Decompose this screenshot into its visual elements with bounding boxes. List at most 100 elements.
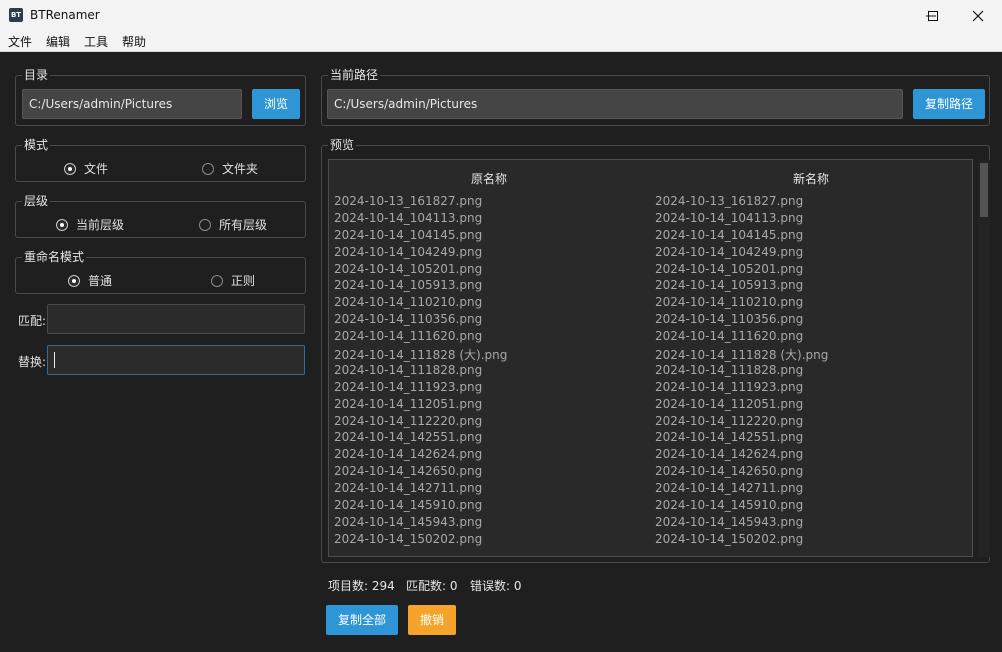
new-name-cell: 2024-10-14_112051.png	[655, 396, 804, 411]
table-row[interactable]: 2024-10-14_105201.png 2024-10-14_105201.p…	[329, 262, 969, 279]
mode-folder-label: 文件夹	[222, 162, 259, 176]
new-name-cell: 2024-10-14_105201.png	[655, 261, 804, 276]
table-row[interactable]: 2024-10-14_111828 (大).png 2024-10-14_1118…	[329, 346, 969, 363]
original-name-cell: 2024-10-14_150202.png	[334, 531, 483, 546]
rename-regex-label: 正则	[231, 274, 256, 288]
level-all-label: 所有层级	[219, 218, 268, 232]
column-header-original[interactable]: 原名称	[471, 170, 507, 187]
new-name-cell: 2024-10-14_145943.png	[655, 514, 804, 529]
column-header-new[interactable]: 新名称	[793, 170, 829, 187]
table-row[interactable]: 2024-10-14_110356.png 2024-10-14_110356.p…	[329, 312, 969, 329]
original-name-cell: 2024-10-14_111828.png	[334, 362, 483, 377]
menu-edit[interactable]: 编辑	[46, 33, 70, 50]
item-count: 项目数: 294	[328, 579, 395, 593]
table-row[interactable]: 2024-10-14_111828.png 2024-10-14_111828.p…	[329, 363, 969, 380]
table-row[interactable]: 2024-10-14_145910.png 2024-10-14_145910.p…	[329, 498, 969, 515]
match-count: 匹配数: 0	[406, 579, 458, 593]
menu-help[interactable]: 帮助	[122, 33, 146, 50]
level-current-radio[interactable]: 当前层级	[56, 216, 124, 233]
preview-legend: 预览	[328, 138, 357, 152]
new-name-cell: 2024-10-14_104145.png	[655, 227, 804, 242]
new-name-cell: 2024-10-13_161827.png	[655, 194, 804, 208]
replace-label: 替换:	[18, 355, 47, 369]
close-button[interactable]	[955, 0, 1001, 31]
original-name-cell: 2024-10-14_142650.png	[334, 464, 483, 479]
table-row[interactable]: 2024-10-14_112051.png 2024-10-14_112051.p…	[329, 397, 969, 414]
new-name-cell: 2024-10-14_110356.png	[655, 312, 804, 327]
original-name-cell: 2024-10-14_105201.png	[334, 261, 483, 276]
table-row[interactable]: 2024-10-14_112220.png 2024-10-14_112220.p…	[329, 414, 969, 431]
table-row[interactable]: 2024-10-14_142650.png 2024-10-14_142650.p…	[329, 464, 969, 481]
current-path-legend: 当前路径	[328, 68, 381, 82]
original-name-cell: 2024-10-14_142551.png	[334, 430, 483, 445]
original-name-cell: 2024-10-14_104113.png	[334, 210, 483, 225]
mode-folder-radio[interactable]: 文件夹	[202, 160, 258, 177]
original-name-cell: 2024-10-14_142711.png	[334, 481, 483, 496]
current-path-input[interactable]: C:/Users/admin/Pictures	[327, 89, 903, 119]
table-row[interactable]: 2024-10-14_142711.png 2024-10-14_142711.p…	[329, 481, 969, 498]
radio-checked-icon	[68, 274, 80, 287]
rename-regex-radio[interactable]: 正则	[211, 272, 255, 289]
preview-scrollbar[interactable]	[978, 160, 990, 557]
new-name-cell: 2024-10-14_104113.png	[655, 210, 804, 225]
preview-scrollbar-thumb[interactable]	[980, 163, 988, 217]
close-icon	[972, 10, 984, 22]
rename-mode-group: 重命名模式	[15, 250, 306, 294]
app-icon: BT	[9, 8, 23, 22]
new-name-cell: 2024-10-14_110210.png	[655, 295, 804, 310]
radio-checked-icon	[56, 218, 68, 231]
browse-button[interactable]: 浏览	[252, 89, 300, 119]
directory-input[interactable]: C:/Users/admin/Pictures	[22, 89, 242, 119]
new-name-cell: 2024-10-14_150202.png	[655, 531, 804, 546]
original-name-cell: 2024-10-14_145910.png	[334, 498, 483, 513]
menu-tools[interactable]: 工具	[84, 33, 108, 50]
preview-table[interactable]: 原名称 新名称 2024-10-13_161827.png 2024-10-13_…	[328, 159, 973, 557]
table-row[interactable]: 2024-10-14_110210.png 2024-10-14_110210.p…	[329, 295, 969, 312]
new-name-cell: 2024-10-14_104249.png	[655, 244, 804, 259]
level-current-label: 当前层级	[76, 218, 125, 232]
match-label: 匹配:	[18, 314, 47, 328]
new-name-cell: 2024-10-14_145910.png	[655, 498, 804, 513]
table-row[interactable]: 2024-10-14_104249.png 2024-10-14_104249.p…	[329, 245, 969, 262]
new-name-cell: 2024-10-14_105913.png	[655, 278, 804, 293]
table-row[interactable]: 2024-10-14_150202.png 2024-10-14_150202.p…	[329, 532, 969, 549]
new-name-cell: 2024-10-14_111620.png	[655, 329, 804, 344]
level-all-radio[interactable]: 所有层级	[199, 216, 267, 233]
table-row[interactable]: 2024-10-14_104113.png 2024-10-14_104113.p…	[329, 211, 969, 228]
mode-file-label: 文件	[84, 162, 109, 176]
original-name-cell: 2024-10-14_110210.png	[334, 295, 483, 310]
undo-button[interactable]: 撤销	[408, 605, 456, 635]
rename-normal-radio[interactable]: 普通	[68, 272, 112, 289]
table-row[interactable]: 2024-10-14_142551.png 2024-10-14_142551.p…	[329, 430, 969, 447]
mode-group: 模式	[15, 138, 306, 182]
original-name-cell: 2024-10-14_111620.png	[334, 329, 483, 344]
new-name-cell: 2024-10-14_111828.png	[655, 362, 804, 377]
original-name-cell: 2024-10-14_111923.png	[334, 379, 483, 394]
mode-file-radio[interactable]: 文件	[64, 160, 108, 177]
table-row[interactable]: 2024-10-14_111923.png 2024-10-14_111923.p…	[329, 380, 969, 397]
original-name-cell: 2024-10-14_142624.png	[334, 447, 483, 462]
radio-unchecked-icon	[202, 162, 214, 175]
original-name-cell: 2024-10-14_111828 (大).png	[334, 348, 508, 363]
copy-path-button[interactable]: 复制路径	[913, 89, 985, 119]
level-legend: 层级	[22, 194, 51, 208]
replace-input[interactable]	[47, 345, 305, 375]
original-name-cell: 2024-10-14_104145.png	[334, 227, 483, 242]
table-row[interactable]: 2024-10-14_142624.png 2024-10-14_142624.p…	[329, 447, 969, 464]
table-row[interactable]: 2024-10-14_111620.png 2024-10-14_111620.p…	[329, 329, 969, 346]
original-name-cell: 2024-10-14_145943.png	[334, 514, 483, 529]
title-bar: BT BTRenamer	[0, 0, 1002, 31]
menu-file[interactable]: 文件	[8, 33, 32, 50]
error-count: 错误数: 0	[470, 579, 522, 593]
radio-unchecked-icon	[211, 274, 223, 287]
table-row[interactable]: 2024-10-14_145943.png 2024-10-14_145943.p…	[329, 515, 969, 532]
directory-legend: 目录	[22, 68, 51, 82]
new-name-cell: 2024-10-14_142650.png	[655, 464, 804, 479]
table-row[interactable]: 2024-10-14_105913.png 2024-10-14_105913.p…	[329, 278, 969, 295]
maximize-button[interactable]	[910, 0, 956, 31]
copy-all-button[interactable]: 复制全部	[326, 605, 398, 635]
table-row[interactable]: 2024-10-14_104145.png 2024-10-14_104145.p…	[329, 228, 969, 245]
table-row[interactable]: 2024-10-13_161827.png 2024-10-13_161827.p…	[329, 194, 969, 211]
new-name-cell: 2024-10-14_142711.png	[655, 481, 804, 496]
match-input[interactable]	[47, 304, 305, 334]
